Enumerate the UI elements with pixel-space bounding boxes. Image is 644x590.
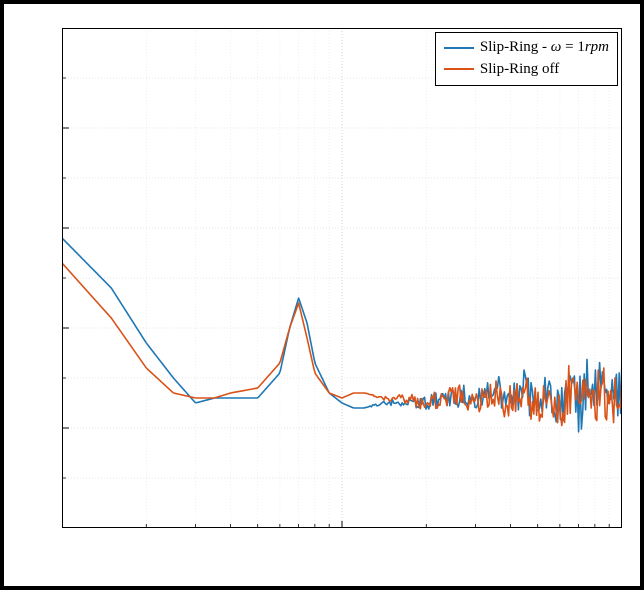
legend-swatch xyxy=(444,68,474,70)
legend-item: Slip-Ring - ω = 1rpm xyxy=(444,37,609,59)
legend-swatch xyxy=(444,47,474,49)
legend: Slip-Ring - ω = 1rpm Slip-Ring off xyxy=(435,32,618,86)
plot-area xyxy=(62,28,622,528)
legend-item: Slip-Ring off xyxy=(444,59,609,81)
legend-label: Slip-Ring - ω = 1rpm xyxy=(480,38,609,58)
chart-svg xyxy=(62,28,622,528)
chart-container: Slip-Ring - ω = 1rpm Slip-Ring off xyxy=(4,4,640,586)
legend-label: Slip-Ring off xyxy=(480,60,559,80)
